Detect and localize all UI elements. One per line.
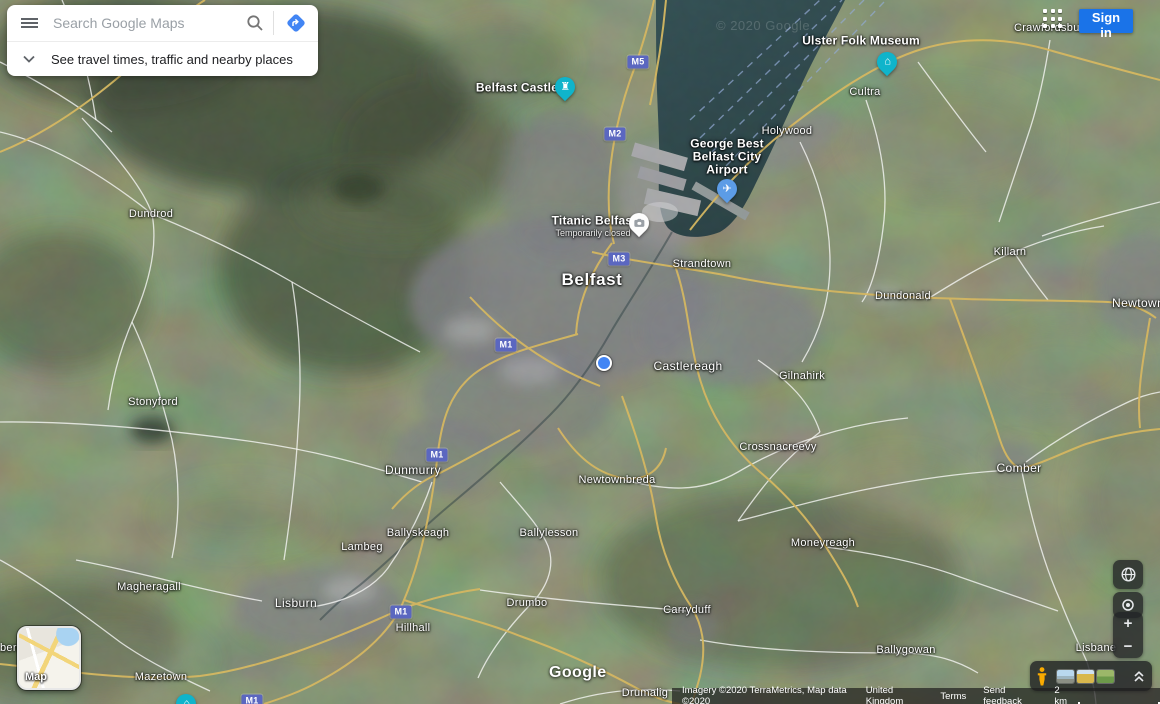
google-apps-button[interactable] xyxy=(1042,8,1064,30)
imagery-thumb-2[interactable] xyxy=(1077,670,1094,683)
sign-in-button[interactable]: Sign in xyxy=(1079,9,1133,33)
imagery-attribution: Imagery ©2020 TerraMetrics, Map data ©20… xyxy=(682,685,849,704)
map-toggle-label: Map xyxy=(25,671,47,683)
directions-icon xyxy=(285,12,307,34)
menu-button[interactable] xyxy=(7,5,51,41)
google-maps-app: CrawfordsburnUlster Folk MuseumCultraBel… xyxy=(0,0,1160,704)
search-bar xyxy=(7,5,318,41)
map-watermark: © 2020 Google xyxy=(716,18,810,33)
region-label: United Kingdom xyxy=(866,685,924,704)
scale-label: 2 km xyxy=(1054,685,1073,704)
zoom-out-button[interactable]: − xyxy=(1113,635,1143,658)
hamburger-icon xyxy=(21,16,38,30)
target-icon xyxy=(1120,597,1136,613)
pegman-icon[interactable] xyxy=(1036,667,1048,686)
terms-link[interactable]: Terms xyxy=(940,691,966,702)
globe-icon xyxy=(1120,566,1137,583)
chevron-down-icon xyxy=(7,55,51,63)
imagery-thumb-3[interactable] xyxy=(1097,670,1114,683)
magnifier-icon xyxy=(246,14,264,32)
zoom-in-button[interactable]: + xyxy=(1113,612,1143,635)
directions-button[interactable] xyxy=(274,5,318,41)
send-feedback-link[interactable]: Send feedback xyxy=(983,685,1037,704)
collapse-imagery-button[interactable] xyxy=(1132,669,1146,684)
travel-times-row[interactable]: See travel times, traffic and nearby pla… xyxy=(7,41,318,76)
satellite-map[interactable] xyxy=(0,0,1160,704)
map-scale: 2 km xyxy=(1054,685,1160,704)
attribution-bar: Imagery ©2020 TerraMetrics, Map data ©20… xyxy=(672,688,1160,704)
globe-view-button[interactable] xyxy=(1113,560,1143,589)
search-button[interactable] xyxy=(237,5,273,41)
imagery-thumb-1[interactable] xyxy=(1057,670,1074,683)
google-logo: Google xyxy=(549,664,607,682)
zoom-controls: + − xyxy=(1113,612,1143,658)
travel-times-label: See travel times, traffic and nearby pla… xyxy=(51,52,293,67)
search-card: See travel times, traffic and nearby pla… xyxy=(7,5,318,76)
search-input[interactable] xyxy=(51,14,237,32)
double-chevron-up-icon xyxy=(1132,669,1146,684)
map-satellite-toggle[interactable]: Map xyxy=(17,626,81,690)
